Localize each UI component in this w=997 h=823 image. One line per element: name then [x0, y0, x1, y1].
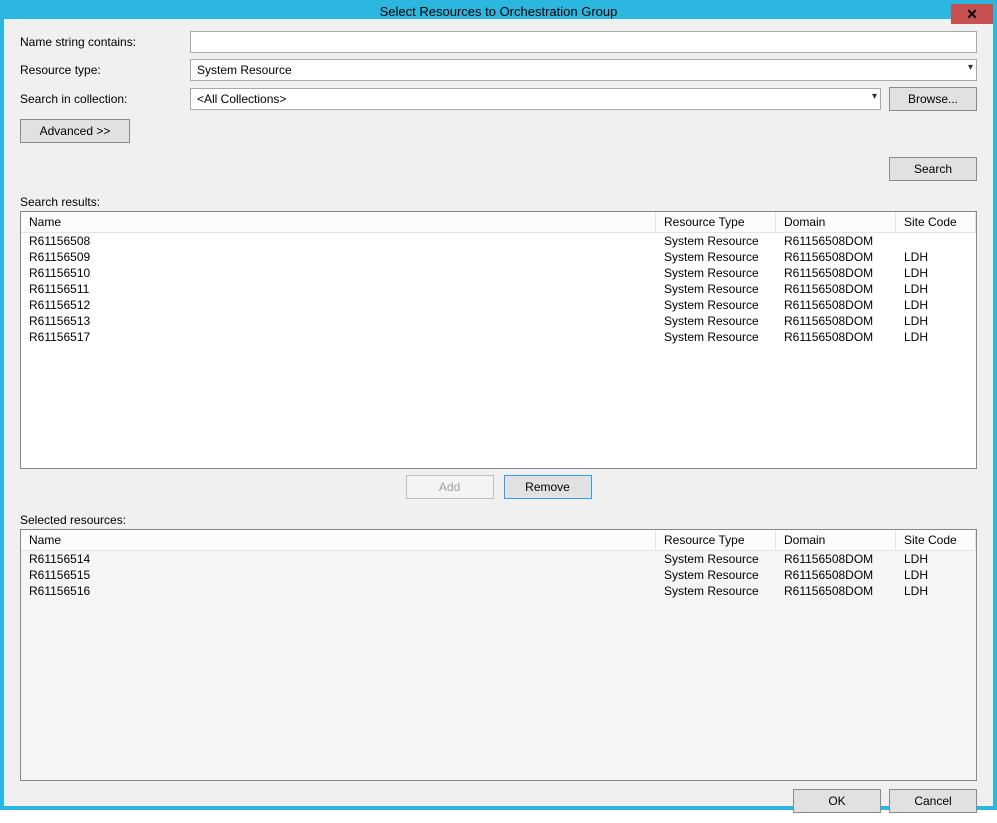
cell: R61156508DOM — [776, 583, 896, 599]
cell: System Resource — [656, 583, 776, 599]
cell: R61156512 — [21, 297, 656, 313]
col-site[interactable]: Site Code — [896, 530, 976, 550]
cell: System Resource — [656, 233, 776, 249]
cell: R61156508DOM — [776, 329, 896, 345]
col-site[interactable]: Site Code — [896, 212, 976, 232]
selected-header: Name Resource Type Domain Site Code — [21, 530, 976, 551]
cell: R61156508DOM — [776, 297, 896, 313]
table-row[interactable]: R61156516System ResourceR61156508DOMLDH — [21, 583, 976, 599]
browse-button[interactable]: Browse... — [889, 87, 977, 111]
ok-button[interactable]: OK — [793, 789, 881, 813]
cell: R61156508DOM — [776, 249, 896, 265]
cell: R61156510 — [21, 265, 656, 281]
cell — [896, 233, 976, 249]
cell: LDH — [896, 281, 976, 297]
table-row[interactable]: R61156512System ResourceR61156508DOMLDH — [21, 297, 976, 313]
cell: R61156514 — [21, 551, 656, 567]
selected-body: R61156514System ResourceR61156508DOMLDHR… — [21, 551, 976, 599]
table-row[interactable]: R61156508System ResourceR61156508DOM — [21, 233, 976, 249]
results-header: Name Resource Type Domain Site Code — [21, 212, 976, 233]
cell: LDH — [896, 249, 976, 265]
cell: R61156517 — [21, 329, 656, 345]
cell: R61156508DOM — [776, 551, 896, 567]
cell: LDH — [896, 567, 976, 583]
table-row[interactable]: R61156517System ResourceR61156508DOMLDH — [21, 329, 976, 345]
cell: System Resource — [656, 329, 776, 345]
col-name[interactable]: Name — [21, 212, 656, 232]
cell: LDH — [896, 313, 976, 329]
cell: R61156508DOM — [776, 567, 896, 583]
cell: R61156515 — [21, 567, 656, 583]
cell: R61156509 — [21, 249, 656, 265]
remove-button[interactable]: Remove — [504, 475, 592, 499]
col-domain[interactable]: Domain — [776, 212, 896, 232]
resource-type-label: Resource type: — [20, 63, 190, 77]
cell: System Resource — [656, 297, 776, 313]
cell: R61156508DOM — [776, 233, 896, 249]
results-body: R61156508System ResourceR61156508DOMR611… — [21, 233, 976, 345]
cell: System Resource — [656, 313, 776, 329]
cell: LDH — [896, 329, 976, 345]
table-row[interactable]: R61156514System ResourceR61156508DOMLDH — [21, 551, 976, 567]
cell: LDH — [896, 551, 976, 567]
cell: R61156516 — [21, 583, 656, 599]
cell: R61156508 — [21, 233, 656, 249]
cell: System Resource — [656, 281, 776, 297]
col-type[interactable]: Resource Type — [656, 212, 776, 232]
search-button[interactable]: Search — [889, 157, 977, 181]
cell: LDH — [896, 265, 976, 281]
dialog-content: Name string contains: Resource type: ▾ S… — [4, 19, 993, 823]
close-button[interactable]: ✕ — [951, 4, 993, 24]
collection-select[interactable] — [190, 88, 881, 110]
close-icon: ✕ — [966, 6, 978, 23]
window-title: Select Resources to Orchestration Group — [380, 4, 618, 19]
titlebar: Select Resources to Orchestration Group … — [4, 4, 993, 19]
cell: R61156513 — [21, 313, 656, 329]
cell: R61156508DOM — [776, 313, 896, 329]
col-type[interactable]: Resource Type — [656, 530, 776, 550]
selected-resources-label: Selected resources: — [20, 513, 977, 527]
cancel-button[interactable]: Cancel — [889, 789, 977, 813]
selected-resources-list[interactable]: Name Resource Type Domain Site Code R611… — [20, 529, 977, 781]
name-filter-input[interactable] — [190, 31, 977, 53]
cell: R61156511 — [21, 281, 656, 297]
cell: System Resource — [656, 249, 776, 265]
collection-label: Search in collection: — [20, 92, 190, 106]
table-row[interactable]: R61156509System ResourceR61156508DOMLDH — [21, 249, 976, 265]
cell: LDH — [896, 583, 976, 599]
table-row[interactable]: R61156513System ResourceR61156508DOMLDH — [21, 313, 976, 329]
cell: LDH — [896, 297, 976, 313]
table-row[interactable]: R61156510System ResourceR61156508DOMLDH — [21, 265, 976, 281]
cell: System Resource — [656, 567, 776, 583]
cell: R61156508DOM — [776, 281, 896, 297]
search-results-list[interactable]: Name Resource Type Domain Site Code R611… — [20, 211, 977, 469]
name-filter-label: Name string contains: — [20, 35, 190, 49]
search-results-label: Search results: — [20, 195, 977, 209]
add-button[interactable]: Add — [406, 475, 494, 499]
col-domain[interactable]: Domain — [776, 530, 896, 550]
cell: System Resource — [656, 551, 776, 567]
cell: System Resource — [656, 265, 776, 281]
cell: R61156508DOM — [776, 265, 896, 281]
dialog-window: Select Resources to Orchestration Group … — [0, 0, 997, 810]
advanced-button[interactable]: Advanced >> — [20, 119, 130, 143]
table-row[interactable]: R61156515System ResourceR61156508DOMLDH — [21, 567, 976, 583]
resource-type-select[interactable] — [190, 59, 977, 81]
table-row[interactable]: R61156511System ResourceR61156508DOMLDH — [21, 281, 976, 297]
col-name[interactable]: Name — [21, 530, 656, 550]
